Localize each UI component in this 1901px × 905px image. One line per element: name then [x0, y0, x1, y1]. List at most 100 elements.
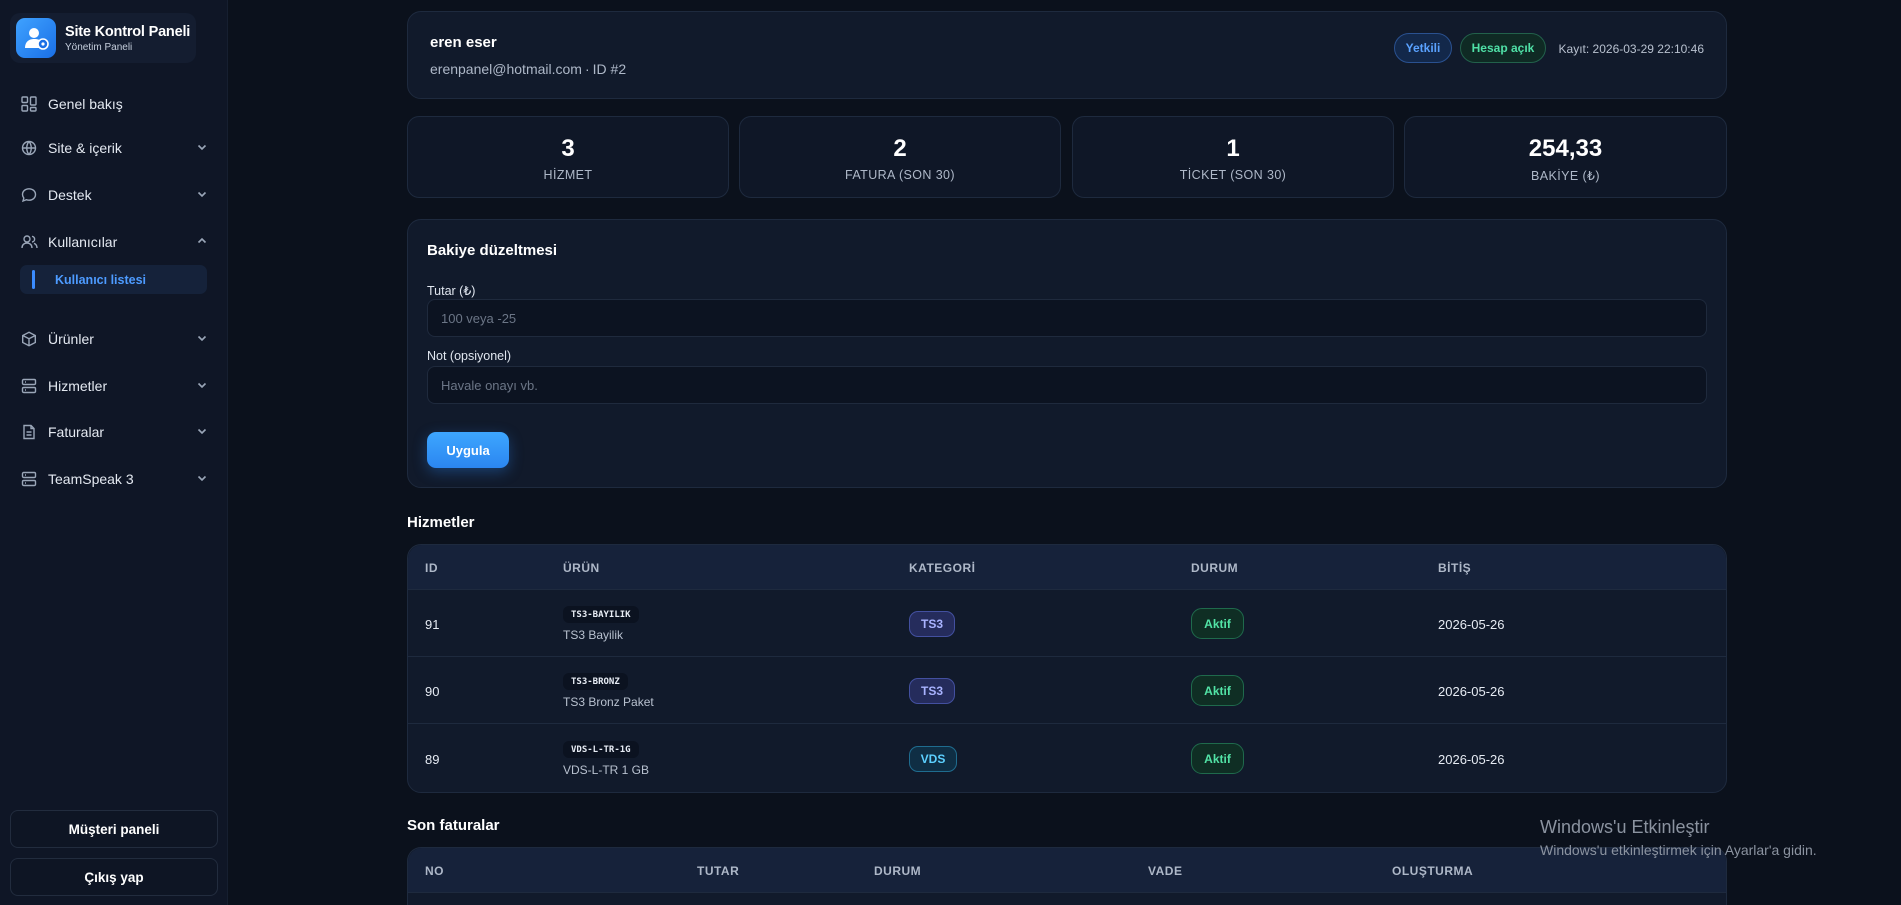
- sidebar-item-label: Hizmetler: [48, 378, 108, 394]
- stat-label: FATURA (SON 30): [845, 168, 955, 182]
- sidebar-item-label: Genel bakış: [48, 96, 123, 112]
- user-header-card: eren eser erenpanel@hotmail.com · ID #2 Ye…: [407, 11, 1727, 99]
- sidebar-item-support[interactable]: Destek: [20, 183, 208, 207]
- stat-value: 254,33: [1528, 135, 1603, 162]
- sidebar-item-site-content[interactable]: Site & içerik: [20, 136, 208, 160]
- stat-value: 2: [893, 135, 907, 162]
- column-header: DURUM: [874, 864, 922, 878]
- category-badge: TS3: [909, 678, 955, 704]
- sidebar: Site Kontrol Paneli Yönetim Paneli Genel…: [0, 0, 228, 905]
- box-icon: [20, 330, 38, 348]
- product-code: TS3-BAYILIK: [563, 606, 639, 623]
- sidebar-item-label: Faturalar: [48, 424, 105, 440]
- sidebar-item-label: Ürünler: [48, 331, 94, 347]
- account-status-badge: Hesap açık: [1460, 33, 1546, 63]
- brand[interactable]: Site Kontrol Paneli Yönetim Paneli: [10, 13, 196, 63]
- registered-date: Kayıt: 2026-03-29 22:10:46: [1558, 42, 1704, 56]
- invoices-section-title: Son faturalar: [407, 817, 500, 834]
- user-meta: erenpanel@hotmail.com · ID #2: [430, 61, 626, 77]
- chevron-down-icon: [196, 187, 208, 203]
- invoices-table: NO TUTAR DURUM VADE OLUŞTURMA: [407, 847, 1727, 905]
- sidebar-item-label: Destek: [48, 187, 92, 203]
- activation-watermark-text: Windows'u etkinleştirmek için Ayarlar'a …: [1540, 842, 1817, 858]
- table-row[interactable]: 90 TS3-BRONZ TS3 Bronz Paket TS3 Aktif 2…: [408, 657, 1726, 724]
- table-row[interactable]: 91 TS3-BAYILIK TS3 Bayilik TS3 Aktif 202…: [408, 590, 1726, 657]
- brand-subtitle: Yönetim Paneli: [65, 41, 133, 53]
- sidebar-item-label: TeamSpeak 3: [48, 471, 134, 487]
- column-header: KATEGORİ: [909, 561, 976, 575]
- stat-card-tickets: 1 TİCKET (SON 30): [1072, 116, 1394, 198]
- sidebar-item-overview[interactable]: Genel bakış: [20, 92, 208, 116]
- document-icon: [20, 423, 38, 441]
- column-header: ÜRÜN: [563, 561, 600, 575]
- sidebar-item-services[interactable]: Hizmetler: [20, 374, 208, 398]
- end-date: 2026-05-26: [1438, 752, 1505, 767]
- user-email: erenpanel@hotmail.com: [430, 61, 582, 77]
- status-badge: Aktif: [1191, 675, 1244, 706]
- table-row[interactable]: 89 VDS-L-TR-1G VDS-L-TR 1 GB VDS Aktif 2…: [408, 725, 1726, 792]
- category-badge: VDS: [909, 746, 957, 772]
- user-name: eren eser: [430, 34, 497, 51]
- stat-card-invoices: 2 FATURA (SON 30): [739, 116, 1061, 198]
- chevron-down-icon: [196, 331, 208, 347]
- stat-card-balance: 254,33 BAKİYE (₺): [1404, 116, 1727, 198]
- chevron-down-icon: [196, 424, 208, 440]
- form-title: Bakiye düzeltmesi: [427, 242, 558, 259]
- activation-watermark-title: Windows'u Etkinleştir: [1540, 817, 1710, 837]
- services-table: ID ÜRÜN KATEGORİ DURUM BİTİŞ 91 TS3-BAYI…: [407, 544, 1727, 793]
- service-id: 91: [425, 617, 440, 632]
- column-header: OLUŞTURMA: [1392, 864, 1474, 878]
- end-date: 2026-05-26: [1438, 684, 1505, 699]
- category-badge: TS3: [909, 611, 955, 637]
- user-gear-icon: [16, 18, 56, 58]
- sidebar-subitem-label: Kullanıcı listesi: [55, 272, 147, 287]
- sidebar-item-products[interactable]: Ürünler: [20, 327, 208, 351]
- users-icon: [20, 233, 38, 251]
- amount-input[interactable]: [427, 299, 1707, 337]
- note-input[interactable]: [427, 366, 1707, 404]
- stat-value: 1: [1226, 135, 1240, 162]
- sidebar-item-users[interactable]: Kullanıcılar: [20, 230, 208, 254]
- sidebar-item-invoices[interactable]: Faturalar: [20, 420, 208, 444]
- meta-separator: ·: [584, 61, 590, 77]
- chevron-down-icon: [196, 378, 208, 394]
- status-badge: Aktif: [1191, 608, 1244, 639]
- grid-icon: [20, 95, 38, 113]
- apply-button[interactable]: Uygula: [427, 432, 509, 468]
- sidebar-item-teamspeak[interactable]: TeamSpeak 3: [20, 467, 208, 491]
- stat-label: TİCKET (SON 30): [1179, 168, 1287, 182]
- chat-bubble-icon: [20, 186, 38, 204]
- sidebar-item-label: Kullanıcılar: [48, 234, 118, 250]
- amount-label: Tutar (₺): [427, 284, 476, 298]
- column-header: BİTİŞ: [1438, 561, 1472, 575]
- chevron-down-icon: [196, 140, 208, 156]
- balance-adjustment-card: Bakiye düzeltmesi Tutar (₺) Not (opsiyon…: [407, 219, 1727, 488]
- note-label: Not (opsiyonel): [427, 349, 512, 363]
- sidebar-subitem-user-list[interactable]: Kullanıcı listesi: [20, 265, 207, 294]
- stat-value: 3: [561, 135, 575, 162]
- column-header: NO: [425, 864, 444, 878]
- stat-label: BAKİYE (₺): [1531, 169, 1600, 183]
- service-id: 89: [425, 752, 440, 767]
- product-code: TS3-BRONZ: [563, 673, 628, 690]
- service-id: 90: [425, 684, 440, 699]
- active-indicator: [32, 270, 35, 289]
- table-header: NO TUTAR DURUM VADE OLUŞTURMA: [408, 848, 1726, 893]
- product-code: VDS-L-TR-1G: [563, 741, 639, 758]
- logout-button[interactable]: Çıkış yap: [10, 858, 218, 896]
- sidebar-item-label: Site & içerik: [48, 140, 122, 156]
- brand-title: Site Kontrol Paneli: [65, 23, 191, 40]
- column-header: DURUM: [1191, 561, 1239, 575]
- role-badge: Yetkili: [1394, 33, 1452, 63]
- product-name: TS3 Bayilik: [563, 628, 624, 642]
- customer-panel-button[interactable]: Müşteri paneli: [10, 810, 218, 848]
- product-name: VDS-L-TR 1 GB: [563, 763, 650, 777]
- services-section-title: Hizmetler: [407, 514, 475, 531]
- chevron-down-icon: [196, 471, 208, 487]
- stat-label: HİZMET: [543, 168, 593, 182]
- column-header: ID: [425, 561, 438, 575]
- end-date: 2026-05-26: [1438, 617, 1505, 632]
- server-stack-icon: [20, 470, 38, 488]
- globe-icon: [20, 139, 38, 157]
- column-header: VADE: [1148, 864, 1183, 878]
